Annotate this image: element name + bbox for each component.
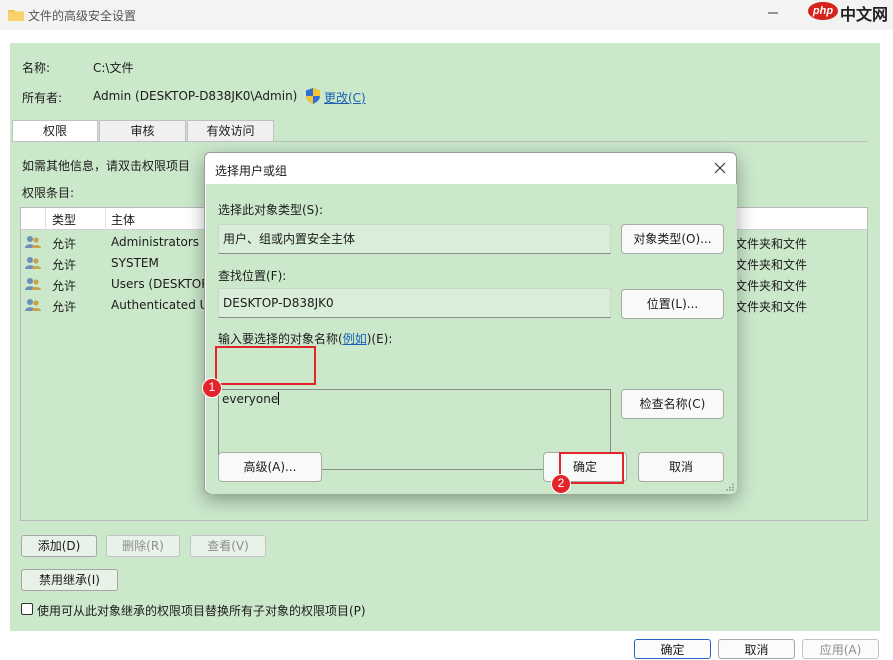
watermark-text: 中文网 bbox=[840, 7, 889, 24]
name-label: 名称: bbox=[22, 61, 51, 75]
object-names-label: 输入要选择的对象名称(例如)(E): bbox=[218, 332, 393, 346]
watermark-php: php bbox=[808, 2, 838, 20]
row-principal: Authenticated U bbox=[111, 298, 209, 312]
row-type: 允许 bbox=[52, 279, 77, 293]
resize-grip-icon[interactable] bbox=[725, 483, 735, 491]
advanced-button[interactable]: 高级(A)... bbox=[218, 452, 322, 482]
replace-child-permissions-checkbox[interactable] bbox=[21, 603, 33, 615]
row-principal: SYSTEM bbox=[111, 256, 159, 270]
close-icon[interactable] bbox=[714, 162, 726, 174]
examples-link[interactable]: 例如 bbox=[343, 332, 367, 346]
disable-inheritance-button[interactable]: 禁用继承(I) bbox=[21, 569, 118, 591]
column-separator bbox=[45, 208, 46, 230]
column-type[interactable]: 类型 bbox=[52, 211, 76, 228]
object-names-value: everyone bbox=[222, 392, 279, 406]
cancel-button[interactable]: 取消 bbox=[718, 639, 795, 659]
row-applies-to: 文件夹和文件 bbox=[735, 237, 808, 251]
text-caret bbox=[278, 392, 280, 405]
folder-icon bbox=[8, 10, 24, 21]
locations-button[interactable]: 位置(L)... bbox=[621, 289, 724, 319]
remove-button[interactable]: 删除(R) bbox=[106, 535, 180, 557]
tab-permissions[interactable]: 权限 bbox=[12, 120, 98, 141]
instruction-text: 如需其他信息，请双击权限项目 bbox=[22, 159, 191, 173]
users-icon bbox=[25, 299, 41, 311]
users-icon bbox=[25, 257, 41, 269]
name-value: C:\文件 bbox=[93, 61, 134, 75]
column-separator bbox=[105, 208, 106, 230]
select-users-dialog: 选择用户或组 选择此对象类型(S): 用户、组或内置安全主体 对象类型(O)..… bbox=[204, 152, 737, 494]
object-type-field: 用户、组或内置安全主体 bbox=[218, 224, 611, 254]
ok-button[interactable]: 确定 bbox=[634, 639, 711, 659]
view-button[interactable]: 查看(V) bbox=[190, 535, 266, 557]
uac-shield-icon bbox=[306, 88, 320, 104]
add-button[interactable]: 添加(D) bbox=[21, 535, 97, 557]
row-principal: Administrators ( bbox=[111, 235, 208, 249]
dialog-cancel-button[interactable]: 取消 bbox=[638, 452, 724, 482]
window-title: 文件的高级安全设置 bbox=[28, 9, 137, 23]
annotation-step-2: 2 bbox=[551, 474, 571, 494]
tab-auditing[interactable]: 审核 bbox=[99, 120, 186, 141]
owner-value: Admin (DESKTOP-D838JK0\Admin) bbox=[93, 89, 298, 103]
users-icon bbox=[25, 236, 41, 248]
tab-effective-access[interactable]: 有效访问 bbox=[187, 120, 274, 141]
tab-divider bbox=[12, 141, 868, 142]
annotation-step-1: 1 bbox=[202, 378, 222, 398]
dialog-body: 选择此对象类型(S): 用户、组或内置安全主体 对象类型(O)... 查找位置(… bbox=[206, 184, 737, 494]
window-titlebar: 文件的高级安全设置 bbox=[0, 0, 893, 30]
apply-button[interactable]: 应用(A) bbox=[802, 639, 879, 659]
row-principal: Users (DESKTOP bbox=[111, 277, 209, 291]
object-types-button[interactable]: 对象类型(O)... bbox=[621, 224, 724, 254]
entries-label: 权限条目: bbox=[22, 186, 75, 200]
change-owner-link[interactable]: 更改(C) bbox=[324, 89, 366, 106]
owner-label: 所有者: bbox=[22, 91, 63, 105]
column-principal[interactable]: 主体 bbox=[111, 211, 135, 228]
row-type: 允许 bbox=[52, 258, 77, 272]
location-field: DESKTOP-D838JK0 bbox=[218, 288, 611, 318]
replace-child-permissions-label: 使用可从此对象继承的权限项目替换所有子对象的权限项目(P) bbox=[37, 604, 366, 618]
users-icon bbox=[25, 278, 41, 290]
annotation-box-input bbox=[215, 346, 316, 385]
check-names-button[interactable]: 检查名称(C) bbox=[621, 389, 724, 419]
row-type: 允许 bbox=[52, 300, 77, 314]
row-applies-to: 文件夹和文件 bbox=[735, 258, 808, 272]
location-label: 查找位置(F): bbox=[218, 269, 287, 283]
dialog-title: 选择用户或组 bbox=[215, 164, 288, 178]
minimize-icon[interactable] bbox=[766, 7, 780, 19]
row-applies-to: 文件夹和文件 bbox=[735, 300, 808, 314]
row-type: 允许 bbox=[52, 237, 77, 251]
row-applies-to: 文件夹和文件 bbox=[735, 279, 808, 293]
object-type-label: 选择此对象类型(S): bbox=[218, 203, 324, 217]
